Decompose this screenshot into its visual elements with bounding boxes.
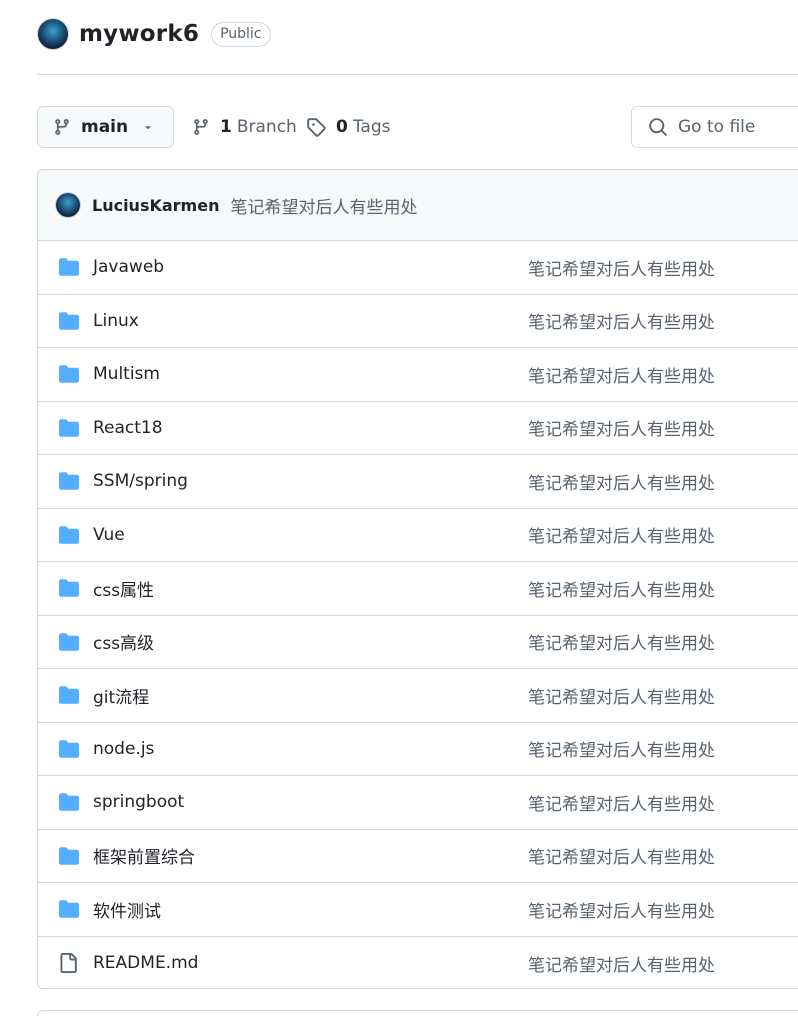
repo-name[interactable]: mywork6	[79, 21, 199, 47]
file-name-link[interactable]: Multism	[93, 364, 160, 384]
file-commit-message[interactable]: 笔记希望对后人有些用处	[528, 576, 715, 601]
file-icon	[58, 953, 80, 974]
file-commit-message[interactable]: 笔记希望对后人有些用处	[528, 951, 715, 976]
tags-label: Tags	[352, 117, 391, 137]
file-name-link[interactable]: 软件测试	[93, 897, 161, 922]
folder-icon	[58, 418, 80, 438]
branch-name: main	[81, 117, 129, 137]
file-commit-message[interactable]: 笔记希望对后人有些用处	[528, 415, 715, 440]
file-name-link[interactable]: Vue	[93, 525, 125, 545]
file-name-link[interactable]: README.md	[93, 953, 198, 973]
latest-commit-row: LuciusKarmen 笔记希望对后人有些用处	[38, 170, 798, 241]
file-commit-message[interactable]: 笔记希望对后人有些用处	[528, 843, 715, 868]
folder-icon	[58, 578, 80, 598]
file-row[interactable]: css高级 笔记希望对后人有些用处	[38, 616, 798, 669]
file-row[interactable]: git流程 笔记希望对后人有些用处	[38, 669, 798, 723]
file-commit-message[interactable]: 笔记希望对后人有些用处	[528, 736, 715, 761]
file-row[interactable]: SSM/spring 笔记希望对后人有些用处	[38, 455, 798, 509]
file-row[interactable]: 框架前置综合 笔记希望对后人有些用处	[38, 830, 798, 883]
file-commit-message[interactable]: 笔记希望对后人有些用处	[528, 469, 715, 494]
tags-link[interactable]: 0 Tags	[306, 106, 390, 148]
tags-count: 0	[336, 117, 348, 137]
file-name-link[interactable]: springboot	[93, 792, 184, 812]
folder-icon	[58, 792, 80, 812]
repo-header: mywork6 Public	[37, 17, 271, 51]
tag-icon	[307, 118, 326, 137]
header-divider	[37, 74, 798, 75]
folder-icon	[58, 739, 80, 759]
file-name-link[interactable]: Javaweb	[93, 257, 164, 277]
file-commit-message[interactable]: 笔记希望对后人有些用处	[528, 308, 715, 333]
file-table: LuciusKarmen 笔记希望对后人有些用处 Javaweb 笔记希望对后人有…	[37, 169, 798, 989]
git-branch-icon	[194, 119, 208, 135]
folder-icon	[58, 471, 80, 491]
file-name-link[interactable]: SSM/spring	[93, 471, 188, 491]
file-commit-message[interactable]: 笔记希望对后人有些用处	[528, 683, 715, 708]
go-to-file-input[interactable]	[678, 117, 798, 137]
file-name-link[interactable]: React18	[93, 418, 163, 438]
file-row[interactable]: React18 笔记希望对后人有些用处	[38, 402, 798, 455]
branches-label: Branch	[236, 117, 297, 137]
folder-icon	[58, 364, 80, 384]
commit-author[interactable]: LuciusKarmen	[92, 196, 219, 215]
file-row[interactable]: Multism 笔记希望对后人有些用处	[38, 348, 798, 402]
folder-icon	[58, 899, 80, 919]
file-row[interactable]: README.md 笔记希望对后人有些用处	[38, 937, 798, 989]
file-row[interactable]: springboot 笔记希望对后人有些用处	[38, 776, 798, 830]
file-commit-message[interactable]: 笔记希望对后人有些用处	[528, 629, 715, 654]
file-commit-message[interactable]: 笔记希望对后人有些用处	[528, 522, 715, 547]
commit-author-avatar[interactable]	[55, 192, 81, 218]
folder-icon	[58, 257, 80, 277]
folder-icon	[58, 311, 80, 331]
file-row[interactable]: node.js 笔记希望对后人有些用处	[38, 723, 798, 776]
folder-icon	[58, 632, 80, 652]
go-to-file-search[interactable]	[631, 106, 798, 148]
git-branch-icon	[55, 119, 69, 135]
file-commit-message[interactable]: 笔记希望对后人有些用处	[528, 790, 715, 815]
file-name-link[interactable]: css高级	[93, 629, 154, 654]
branch-selector-button[interactable]: main	[37, 106, 174, 148]
file-row[interactable]: Javaweb 笔记希望对后人有些用处	[38, 241, 798, 295]
folder-icon	[58, 685, 80, 705]
search-icon	[649, 118, 667, 136]
file-row[interactable]: Linux 笔记希望对后人有些用处	[38, 295, 798, 348]
repo-page: mywork6 Public main 1 Branch 0 Tags Go t…	[0, 0, 798, 1016]
readme-panel	[37, 1010, 798, 1016]
file-name-link[interactable]: 框架前置综合	[93, 843, 195, 868]
visibility-badge: Public	[211, 21, 271, 47]
file-row[interactable]: Vue 笔记希望对后人有些用处	[38, 509, 798, 562]
file-commit-message[interactable]: 笔记希望对后人有些用处	[528, 897, 715, 922]
file-name-link[interactable]: git流程	[93, 683, 149, 708]
file-name-link[interactable]: css属性	[93, 576, 154, 601]
branches-count: 1	[220, 117, 232, 137]
file-row[interactable]: 软件测试 笔记希望对后人有些用处	[38, 883, 798, 937]
owner-avatar[interactable]	[37, 18, 69, 50]
file-commit-message[interactable]: 笔记希望对后人有些用处	[528, 255, 715, 280]
commit-message[interactable]: 笔记希望对后人有些用处	[230, 193, 417, 218]
file-list: Javaweb 笔记希望对后人有些用处 Linux 笔记希望对后人有些用处 Multis…	[38, 241, 798, 989]
branches-link[interactable]: 1 Branch	[192, 106, 297, 148]
caret-down-icon	[145, 126, 151, 130]
folder-icon	[58, 846, 80, 866]
file-row[interactable]: css属性 笔记希望对后人有些用处	[38, 562, 798, 616]
file-name-link[interactable]: node.js	[93, 739, 154, 759]
file-commit-message[interactable]: 笔记希望对后人有些用处	[528, 362, 715, 387]
file-name-link[interactable]: Linux	[93, 311, 139, 331]
folder-icon	[58, 525, 80, 545]
